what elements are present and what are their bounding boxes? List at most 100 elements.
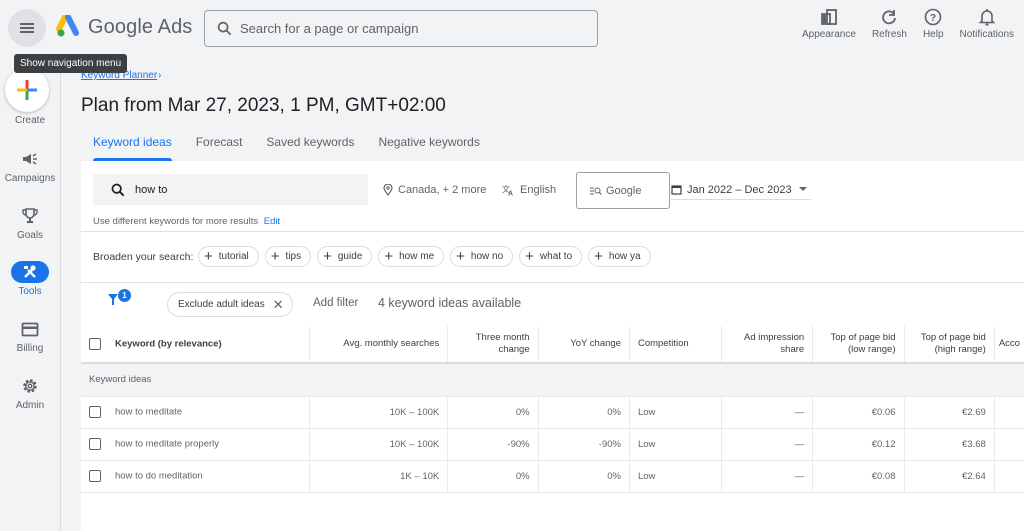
broaden-chip-tips[interactable]: + tips [264, 246, 312, 267]
sidenav-item-admin[interactable]: Admin [0, 375, 60, 411]
avg-searches-cell: 10K – 100K [309, 428, 449, 461]
global-search[interactable] [204, 10, 598, 47]
location-selector[interactable]: Canada, + 2 more [383, 184, 486, 196]
keyword-input[interactable] [135, 183, 335, 196]
top-bar: Google Ads Appearance Refresh ? Help Not… [0, 0, 1024, 60]
row-checkbox[interactable] [89, 438, 101, 450]
tab-negative-keywords[interactable]: Negative keywords [366, 128, 491, 161]
tab-forecast[interactable]: Forecast [184, 128, 255, 161]
sidenav-item-tools[interactable]: Tools [0, 261, 60, 297]
table-row: how to meditate properly 10K – 100K -90%… [81, 428, 1024, 461]
navigation-tooltip: Show navigation menu [14, 54, 128, 73]
competition-cell: Low [629, 460, 722, 493]
help-icon: ? [924, 8, 942, 26]
tab-bar: Keyword ideas Forecast Saved keywords Ne… [81, 128, 492, 161]
three-month-cell: 0% [447, 396, 539, 429]
keyword-text: how to do meditation [115, 470, 203, 482]
header-three-month-change[interactable]: Three month change [447, 326, 539, 364]
navigation-menu-button[interactable] [8, 9, 46, 47]
app-name: Google Ads [88, 15, 193, 38]
chip-label: guide [337, 251, 363, 262]
filter-chip-label: Exclude adult ideas [178, 299, 265, 310]
bid-high-cell: €2.64 [904, 460, 995, 493]
avg-searches-cell: 1K – 10K [309, 460, 449, 493]
plus-icon: + [456, 248, 465, 265]
header-yoy-change[interactable]: YoY change [538, 326, 630, 364]
competition-cell: Low [629, 428, 722, 461]
broaden-label: Broaden your search: [93, 251, 194, 263]
svg-text:?: ? [930, 13, 936, 24]
account-status-cell [994, 428, 1024, 461]
keyword-ideas-panel: Use different keywords for more results … [81, 161, 1024, 531]
calendar-icon [671, 185, 682, 195]
campaigns-label: Campaigns [4, 173, 56, 184]
header-bid-high[interactable]: Top of page bid (high range) [904, 326, 995, 364]
header-account-status[interactable]: Acco [994, 326, 1024, 364]
yoy-cell: 0% [538, 396, 630, 429]
broaden-chip-tutorial[interactable]: + tutorial [198, 246, 259, 267]
appearance-button[interactable]: Appearance [802, 8, 856, 40]
sidenav-item-create[interactable]: Create [0, 112, 60, 126]
sidenav-item-campaigns[interactable]: Campaigns [0, 148, 60, 184]
search-network-selector[interactable]: Google [576, 172, 670, 209]
language-selector[interactable]: 文A English [502, 184, 556, 196]
edit-keywords-link[interactable]: Edit [264, 216, 280, 227]
keyword-cell: how to meditate [81, 396, 311, 429]
header-keyword[interactable]: Keyword (by relevance) [81, 326, 311, 364]
trophy-icon [22, 208, 38, 223]
broaden-chips: + tutorial + tips + guide + how me + how no +… [198, 246, 657, 267]
header-ad-impression-share[interactable]: Ad impression share [721, 326, 814, 364]
help-button[interactable]: ? Help [923, 8, 944, 40]
close-icon[interactable]: ✕ [273, 297, 284, 313]
filter-count-badge: 1 [118, 289, 131, 302]
broaden-chip-how-no[interactable]: + how no [450, 246, 514, 267]
broaden-chip-what-to[interactable]: + what to [519, 246, 583, 267]
header-avg-monthly-searches[interactable]: Avg. monthly searches [309, 326, 449, 364]
top-actions: Appearance Refresh ? Help Notifications [786, 8, 1014, 40]
bid-low-cell: €0.06 [812, 396, 905, 429]
bid-high-cell: €2.69 [904, 396, 995, 429]
date-range-selector[interactable]: Jan 2022 – Dec 2023 [671, 180, 811, 200]
refresh-label: Refresh [871, 29, 907, 40]
broaden-chip-guide[interactable]: + guide [317, 246, 373, 267]
plus-icon: + [525, 248, 534, 265]
plus-icon: + [323, 248, 332, 265]
account-status-cell [994, 396, 1024, 429]
keyword-search-box[interactable] [93, 174, 368, 205]
refresh-icon [882, 10, 897, 25]
page-title: Plan from Mar 27, 2023, 1 PM, GMT+02:00 [81, 95, 446, 116]
google-ads-logo[interactable]: Google Ads [56, 15, 192, 39]
exclude-adult-ideas-filter[interactable]: Exclude adult ideas ✕ [167, 292, 293, 317]
sidenav-item-goals[interactable]: Goals [0, 205, 60, 241]
three-month-cell: -90% [447, 428, 539, 461]
row-checkbox[interactable] [89, 406, 101, 418]
notifications-button[interactable]: Notifications [960, 8, 1014, 40]
chip-label: how me [399, 251, 435, 262]
broaden-chip-how-ya[interactable]: + how ya [588, 246, 651, 267]
keyword-cell: how to do meditation [81, 460, 311, 493]
global-search-input[interactable] [240, 21, 570, 36]
add-filter-button[interactable]: Add filter [313, 297, 358, 309]
sidenav-item-billing[interactable]: Billing [0, 318, 60, 354]
hamburger-icon [20, 27, 34, 29]
bid-low-cell: €0.08 [812, 460, 905, 493]
billing-label: Billing [16, 343, 44, 354]
credit-card-icon [21, 322, 39, 336]
row-checkbox[interactable] [89, 470, 101, 482]
refresh-button[interactable]: Refresh [872, 8, 907, 40]
create-button[interactable] [5, 68, 49, 112]
plus-icon: + [594, 248, 603, 265]
header-competition[interactable]: Competition [629, 326, 722, 364]
help-label: Help [922, 29, 944, 40]
bid-high-cell: €3.68 [904, 428, 995, 461]
select-all-checkbox[interactable] [89, 337, 101, 350]
header-bid-low[interactable]: Top of page bid (low range) [812, 326, 905, 364]
tab-keyword-ideas[interactable]: Keyword ideas [81, 128, 184, 161]
tab-saved-keywords[interactable]: Saved keywords [254, 128, 366, 161]
plus-icon: + [204, 248, 213, 265]
broaden-chip-how-me[interactable]: + how me [378, 246, 445, 267]
translate-icon: 文A [502, 184, 513, 196]
dropdown-caret-icon [799, 187, 807, 191]
bell-icon [978, 9, 996, 26]
search-icon [217, 21, 232, 36]
